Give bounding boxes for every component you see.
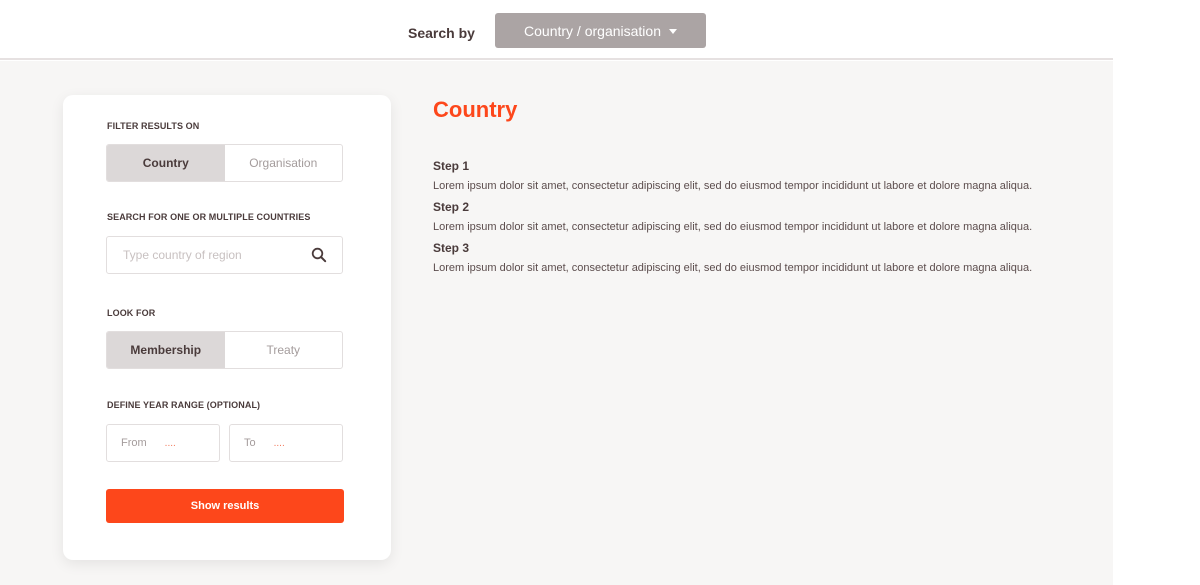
filter-results-toggle: Country Organisation [106, 144, 343, 182]
step-text: Lorem ipsum dolor sit amet, consectetur … [433, 180, 1033, 192]
search-by-value: Country / organisation [524, 22, 661, 39]
year-range-label: DEFINE YEAR RANGE (OPTIONAL) [107, 400, 261, 410]
toggle-organisation[interactable]: Organisation [225, 145, 343, 181]
year-to-field[interactable]: To .... [229, 424, 343, 462]
step-item: Step 2 Lorem ipsum dolor sit amet, conse… [433, 198, 1073, 238]
look-for-toggle: Membership Treaty [106, 331, 343, 369]
search-by-dropdown[interactable]: Country / organisation [495, 13, 706, 48]
year-from-field[interactable]: From .... [106, 424, 220, 462]
step-text: Lorem ipsum dolor sit amet, consectetur … [433, 262, 1033, 274]
toggle-treaty[interactable]: Treaty [225, 332, 343, 368]
year-from-value: .... [164, 437, 176, 449]
show-results-button[interactable]: Show results [106, 489, 344, 523]
top-bar: Search by Country / organisation [0, 0, 1113, 60]
country-search-input[interactable] [123, 248, 310, 262]
search-by-label: Search by [408, 25, 475, 41]
step-title: Step 1 [433, 159, 470, 173]
toggle-membership[interactable]: Membership [107, 332, 225, 368]
step-item: Step 3 Lorem ipsum dolor sit amet, conse… [433, 239, 1073, 279]
search-icon[interactable] [310, 246, 328, 264]
country-search-field [106, 236, 343, 274]
toggle-country[interactable]: Country [107, 145, 225, 181]
look-for-label: LOOK FOR [107, 308, 156, 318]
year-to-value: .... [273, 437, 285, 449]
search-countries-label: SEARCH FOR ONE OR MULTIPLE COUNTRIES [107, 212, 311, 222]
filter-results-label: FILTER RESULTS ON [107, 121, 200, 131]
steps-list: Step 1 Lorem ipsum dolor sit amet, conse… [433, 157, 1073, 279]
year-from-label: From [121, 437, 147, 449]
step-title: Step 2 [433, 200, 470, 214]
page-title: Country [433, 97, 518, 122]
year-to-label: To [244, 437, 256, 449]
step-item: Step 1 Lorem ipsum dolor sit amet, conse… [433, 157, 1073, 197]
caret-down-icon [668, 29, 677, 34]
filter-panel: FILTER RESULTS ON Country Organisation S… [63, 95, 391, 560]
step-title: Step 3 [433, 241, 470, 255]
content-area: Country Step 1 Lorem ipsum dolor sit ame… [433, 96, 1073, 280]
step-text: Lorem ipsum dolor sit amet, consectetur … [433, 221, 1033, 233]
